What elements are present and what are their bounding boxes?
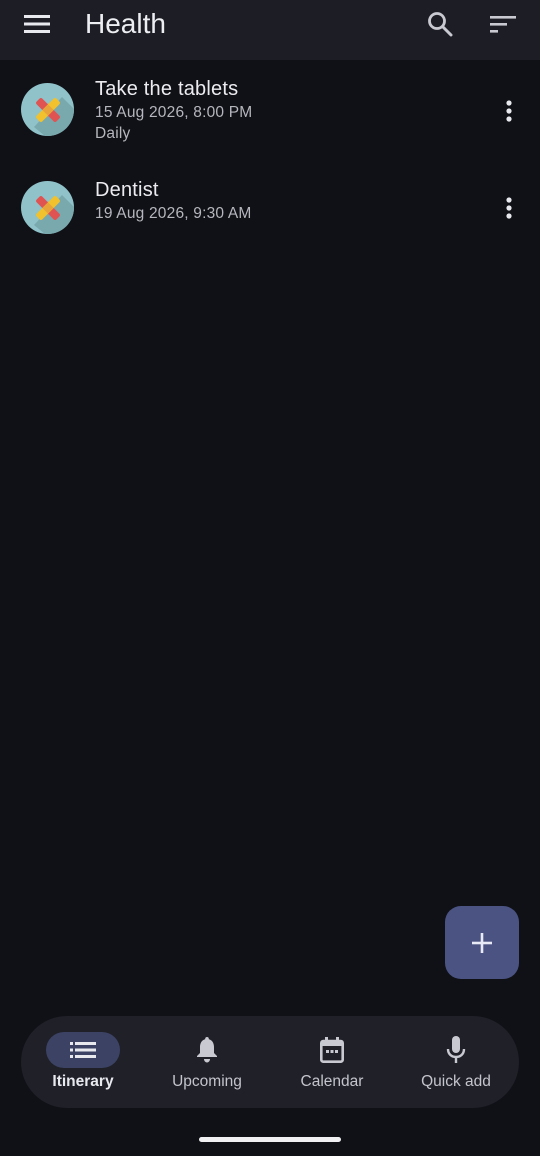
nav-quick-add[interactable]: Quick add	[394, 1032, 518, 1094]
more-options-button[interactable]	[494, 188, 524, 228]
search-button[interactable]	[418, 4, 462, 44]
health-plaster-icon	[21, 181, 74, 234]
list-item[interactable]: Take the tablets 15 Aug 2026, 8:00 PM Da…	[0, 76, 540, 152]
nav-calendar[interactable]: Calendar	[270, 1032, 394, 1094]
bell-icon	[197, 1037, 217, 1063]
list-item-text: Dentist 19 Aug 2026, 9:30 AM	[95, 177, 252, 224]
sort-icon	[490, 16, 516, 33]
list-item[interactable]: Dentist 19 Aug 2026, 9:30 AM	[0, 177, 540, 239]
plus-icon	[472, 932, 492, 953]
search-icon	[428, 12, 453, 37]
nav-label: Quick add	[421, 1073, 491, 1090]
reminder-title: Take the tablets	[95, 78, 239, 100]
more-options-button[interactable]	[494, 91, 524, 131]
reminder-title: Dentist	[95, 179, 159, 201]
health-plaster-icon	[21, 83, 74, 136]
nav-itinerary[interactable]: Itinerary	[21, 1032, 145, 1094]
nav-active-indicator	[46, 1032, 120, 1068]
nav-label: Itinerary	[52, 1073, 114, 1090]
sort-button[interactable]	[481, 4, 525, 44]
page-title: Health	[85, 8, 166, 39]
list-item-text: Take the tablets 15 Aug 2026, 8:00 PM Da…	[95, 76, 252, 144]
menu-button[interactable]	[14, 4, 60, 44]
home-indicator[interactable]	[199, 1137, 341, 1142]
list-icon	[70, 1042, 96, 1058]
add-reminder-button[interactable]	[445, 906, 519, 979]
nav-label: Upcoming	[172, 1073, 242, 1090]
nav-upcoming[interactable]: Upcoming	[145, 1032, 269, 1094]
more-vert-icon	[506, 100, 512, 122]
reminder-datetime: 15 Aug 2026, 8:00 PM	[95, 104, 253, 121]
nav-label: Calendar	[300, 1073, 364, 1090]
reminder-datetime: 19 Aug 2026, 9:30 AM	[95, 205, 252, 222]
more-vert-icon	[506, 197, 512, 219]
calendar-icon	[320, 1037, 344, 1063]
mic-icon	[446, 1036, 466, 1063]
top-app-bar: Health	[0, 0, 540, 60]
bottom-navigation: Itinerary Upcoming Calendar Quick add	[21, 1016, 519, 1108]
menu-icon	[24, 15, 50, 33]
reminder-repeat: Daily	[95, 125, 131, 142]
